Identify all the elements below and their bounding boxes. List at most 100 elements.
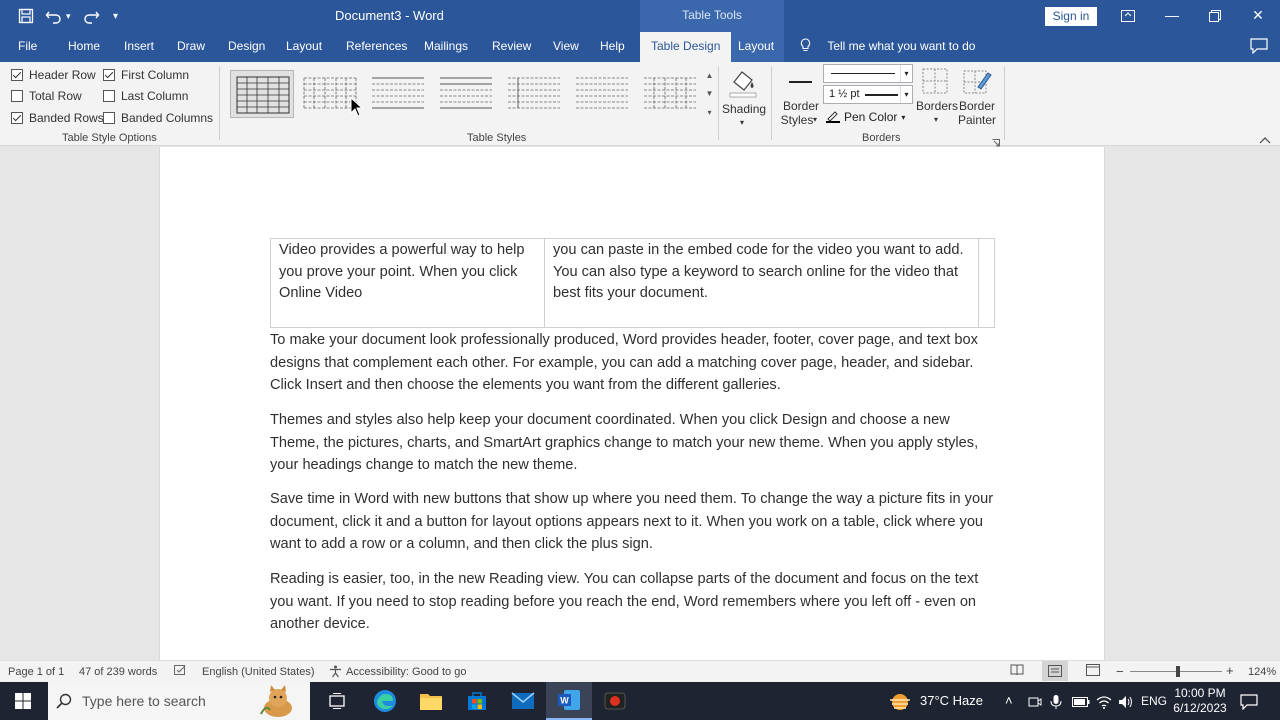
gallery-scroll-down-icon[interactable]: ▼	[703, 86, 716, 102]
table-style-plain-5[interactable]	[570, 70, 634, 118]
save-icon[interactable]	[18, 6, 34, 26]
zoom-level[interactable]: 124%	[1248, 666, 1276, 678]
close-icon[interactable]: ✕	[1238, 0, 1278, 32]
mail-icon[interactable]	[500, 682, 546, 720]
table-style-plain-2[interactable]	[366, 70, 430, 118]
checkbox-icon	[103, 90, 115, 102]
document-area[interactable]: Video provides a powerful way to help yo…	[0, 147, 1280, 660]
zoom-in-icon[interactable]: +	[1226, 663, 1234, 678]
screen-recorder-icon[interactable]	[592, 682, 638, 720]
collapse-ribbon-icon[interactable]	[1258, 132, 1272, 144]
border-styles-label-1: Border	[782, 99, 820, 113]
total-row-checkbox[interactable]: Total Row	[11, 89, 82, 103]
pen-style-dropdown[interactable]: ▾	[823, 64, 913, 83]
table-style-plain-4[interactable]	[502, 70, 566, 118]
shading-label: Shading	[722, 102, 767, 116]
weather-text[interactable]: 37°C Haze	[920, 682, 983, 720]
paint-bucket-icon	[726, 66, 758, 103]
header-row-checkbox[interactable]: Header Row	[11, 68, 96, 82]
pen-color-button[interactable]: Pen Color ▾	[826, 108, 905, 126]
paragraph[interactable]: Reading is easier, too, in the new Readi…	[270, 568, 1000, 636]
pen-style-dropdown-icon: ▾	[900, 65, 912, 82]
battery-icon[interactable]	[1072, 682, 1090, 720]
notifications-icon[interactable]	[1240, 682, 1258, 720]
shading-button[interactable]: Shading ▾	[722, 66, 767, 128]
borders-button[interactable]: Borders ▾	[916, 66, 958, 128]
show-hidden-icons-chevron-icon[interactable]: ˄	[1005, 682, 1013, 720]
microphone-icon[interactable]	[1050, 682, 1062, 720]
tab-view[interactable]: View	[553, 32, 579, 62]
task-view-icon[interactable]	[314, 682, 360, 720]
table-cell[interactable]: Video provides a powerful way to help yo…	[271, 239, 545, 327]
tab-file[interactable]: File	[18, 32, 37, 62]
word-app-icon[interactable]: W	[546, 682, 592, 720]
tab-design[interactable]: Design	[228, 32, 265, 62]
tell-me-search[interactable]: Tell me what you want to do	[800, 32, 975, 62]
weather-icon[interactable]	[888, 682, 912, 720]
undo-icon[interactable]	[45, 6, 63, 26]
file-explorer-icon[interactable]	[408, 682, 454, 720]
mouse-cursor-icon	[350, 96, 364, 122]
paragraph[interactable]: To make your document look professionall…	[270, 329, 1000, 397]
tab-table-layout[interactable]: Layout	[738, 32, 774, 62]
tab-insert[interactable]: Insert	[124, 32, 154, 62]
banded-rows-checkbox[interactable]: Banded Rows	[11, 111, 104, 125]
last-column-checkbox[interactable]: Last Column	[103, 89, 188, 103]
gallery-scroll-up-icon[interactable]: ▲	[703, 68, 716, 84]
taskbar-search-box[interactable]: Type here to search	[48, 682, 310, 720]
read-mode-icon[interactable]	[1010, 664, 1024, 679]
accessibility-status[interactable]: Accessibility: Good to go	[346, 666, 466, 678]
page-count[interactable]: Page 1 of 1	[8, 666, 64, 678]
input-language[interactable]: ENG	[1141, 682, 1167, 720]
document-table[interactable]: Video provides a powerful way to help yo…	[270, 238, 995, 328]
microsoft-store-icon[interactable]	[454, 682, 500, 720]
print-layout-icon[interactable]	[1042, 661, 1068, 681]
banded-columns-checkbox[interactable]: Banded Columns	[103, 111, 213, 125]
table-style-plain-3[interactable]	[434, 70, 498, 118]
language-status[interactable]: English (United States)	[202, 666, 315, 678]
comments-icon[interactable]	[1250, 38, 1268, 55]
windows-start-icon[interactable]	[0, 682, 46, 720]
clock[interactable]: 10:00 PM 6/12/2023	[1170, 682, 1230, 720]
tab-references[interactable]: References	[346, 32, 407, 62]
sign-in-button[interactable]: Sign in	[1045, 7, 1097, 26]
tab-table-design[interactable]: Table Design	[640, 32, 732, 62]
undo-dropdown-icon[interactable]: ▾	[66, 6, 71, 26]
tab-draw[interactable]: Draw	[177, 32, 205, 62]
table-cell[interactable]: you can paste in the embed code for the …	[545, 239, 979, 327]
tab-layout[interactable]: Layout	[286, 32, 322, 62]
ribbon: Header Row First Column Total Row Last C…	[0, 62, 1280, 147]
border-painter-button[interactable]: Border Painter	[957, 66, 997, 128]
word-count[interactable]: 47 of 239 words	[79, 666, 157, 678]
pen-weight-dropdown[interactable]: 1 ½ pt ▾	[823, 85, 913, 104]
search-icon	[56, 693, 72, 712]
tab-review[interactable]: Review	[492, 32, 531, 62]
borders-dialog-launcher-icon[interactable]	[992, 134, 1000, 147]
ribbon-display-options-icon[interactable]	[1108, 0, 1148, 32]
restore-icon[interactable]	[1195, 0, 1235, 32]
zoom-slider-thumb[interactable]	[1176, 666, 1180, 677]
zoom-out-icon[interactable]: −	[1116, 664, 1124, 679]
document-page[interactable]: Video provides a powerful way to help yo…	[159, 147, 1105, 660]
customize-quick-access-icon[interactable]: ▾	[113, 6, 118, 26]
first-column-checkbox[interactable]: First Column	[103, 68, 189, 82]
web-layout-icon[interactable]	[1086, 664, 1100, 679]
minimize-icon[interactable]: —	[1152, 0, 1192, 32]
volume-icon[interactable]	[1118, 682, 1134, 720]
tab-help[interactable]: Help	[600, 32, 625, 62]
table-style-grid-selected[interactable]	[230, 70, 294, 118]
tab-home[interactable]: Home	[68, 32, 100, 62]
group-separator	[219, 66, 220, 140]
border-painter-label-2: Painter	[957, 113, 997, 127]
gallery-more-icon[interactable]: ▾	[703, 105, 716, 121]
edge-browser-icon[interactable]	[362, 682, 408, 720]
wifi-icon[interactable]	[1096, 682, 1112, 720]
paragraph[interactable]: Save time in Word with new buttons that …	[270, 488, 1000, 556]
table-style-plain-6[interactable]	[638, 70, 702, 118]
proofing-icon[interactable]	[174, 665, 187, 680]
tab-mailings[interactable]: Mailings	[424, 32, 468, 62]
border-styles-button[interactable]: Border Styles ▾	[781, 66, 821, 128]
meet-now-icon[interactable]	[1028, 682, 1042, 720]
paragraph[interactable]: Themes and styles also help keep your do…	[270, 409, 1000, 477]
redo-icon[interactable]	[82, 6, 100, 26]
